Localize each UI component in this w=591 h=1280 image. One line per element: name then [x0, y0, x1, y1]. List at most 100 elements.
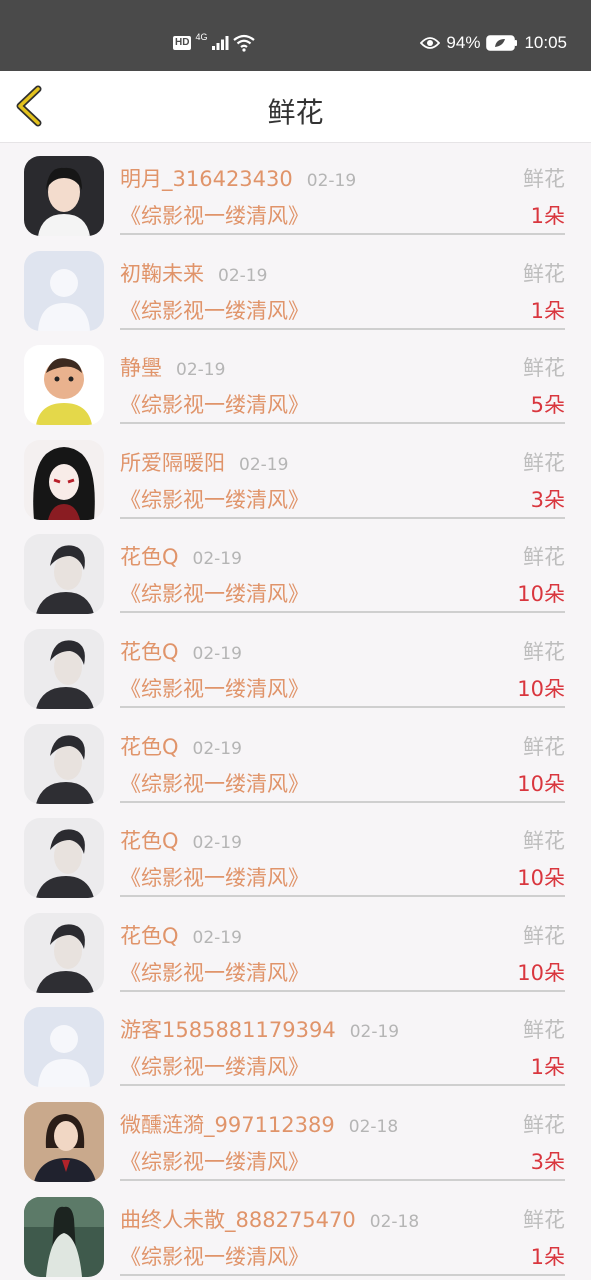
wifi-icon: [233, 34, 256, 52]
list-item[interactable]: 曲终人未散_888275470 02-18 鲜花 《综影视一缕清风》 1朵: [0, 1184, 591, 1279]
clock: 10:05: [524, 33, 567, 52]
eye-icon: [420, 37, 441, 49]
user-photo-icon: [24, 156, 104, 236]
date: 02-19: [306, 171, 357, 191]
date: 02-18: [348, 1116, 399, 1137]
user-name[interactable]: 初鞠未来 02-19: [120, 258, 267, 288]
book-title[interactable]: 《综影视一缕清风》: [120, 1051, 309, 1081]
gift-type: 鲜花: [523, 356, 565, 381]
flower-count: 10朵: [517, 960, 565, 985]
avatar[interactable]: [24, 250, 104, 331]
flower-count: 1朵: [530, 298, 565, 323]
book-title[interactable]: 《综影视一缕清风》: [120, 957, 309, 987]
avatar[interactable]: [24, 1007, 104, 1088]
avatar[interactable]: [24, 1101, 104, 1182]
avatar[interactable]: [24, 628, 104, 709]
book-title[interactable]: 《综影视一缕清风》: [120, 295, 309, 325]
list-item[interactable]: 所爱隔暖阳 02-19 鲜花 《综影视一缕清风》 3朵: [0, 427, 591, 522]
flower-record-list: 明月_316423430 02-19 鲜花 《综影视一缕清风》 1朵 初鞠未来 02…: [0, 143, 591, 1278]
flower-count: 1朵: [530, 1244, 565, 1269]
avatar[interactable]: [24, 818, 104, 899]
flower-count: 10朵: [517, 676, 565, 701]
avatar[interactable]: [24, 912, 104, 993]
list-item[interactable]: 静璺 02-19 鲜花 《综影视一缕清风》 5朵: [0, 332, 591, 427]
gift-type: 鲜花: [523, 545, 565, 570]
user-name[interactable]: 静璺 02-19: [120, 352, 225, 382]
user-name[interactable]: 所爱隔暖阳 02-19: [120, 447, 288, 477]
default-avatar-icon: [24, 1007, 104, 1088]
book-title[interactable]: 《综影视一缕清风》: [120, 200, 309, 230]
book-title[interactable]: 《综影视一缕清风》: [120, 1241, 309, 1271]
user-name[interactable]: 花色Q 02-19: [120, 636, 242, 666]
user-name[interactable]: 微醺涟漪_997112389 02-18: [120, 1109, 398, 1139]
divider: [120, 1084, 565, 1087]
date: 02-19: [239, 454, 289, 475]
date: 02-19: [192, 643, 242, 664]
list-item[interactable]: 微醺涟漪_997112389 02-18 鲜花 《综影视一缕清风》 3朵: [0, 1089, 591, 1184]
user-name[interactable]: 花色Q 02-19: [120, 541, 242, 571]
divider: [120, 895, 565, 898]
gift-type: 鲜花: [523, 167, 565, 191]
date: 02-18: [369, 1211, 420, 1232]
anime-avatar-icon: [24, 439, 104, 520]
user-name[interactable]: 花色Q 02-19: [120, 920, 242, 950]
boy-photo-icon: [24, 723, 104, 804]
gift-type: 鲜花: [523, 1207, 565, 1232]
boy-photo-icon: [24, 912, 104, 993]
list-item[interactable]: 花色Q 02-19 鲜花 《综影视一缕清风》 10朵: [0, 805, 591, 900]
book-title[interactable]: 《综影视一缕清风》: [120, 768, 309, 798]
divider: [120, 1273, 565, 1276]
divider: [120, 705, 565, 708]
avatar[interactable]: [24, 723, 104, 804]
gift-type: 鲜花: [523, 734, 565, 759]
gift-type: 鲜花: [523, 1018, 565, 1043]
page-title: 鲜花: [267, 96, 324, 129]
avatar[interactable]: [24, 439, 104, 520]
book-title[interactable]: 《综影视一缕清风》: [120, 1146, 309, 1176]
book-title[interactable]: 《综影视一缕清风》: [120, 862, 309, 892]
avatar[interactable]: [24, 156, 104, 236]
list-item[interactable]: 游客1585881179394 02-19 鲜花 《综影视一缕清风》 1朵: [0, 994, 591, 1089]
avatar[interactable]: [24, 345, 104, 426]
book-title[interactable]: 《综影视一缕清风》: [120, 578, 309, 608]
battery-percent: 94%: [446, 33, 481, 52]
date: 02-19: [192, 927, 242, 948]
flower-count: 5朵: [530, 393, 565, 418]
boy-photo-icon: [24, 818, 104, 899]
user-name[interactable]: 花色Q 02-19: [120, 825, 242, 855]
divider: [120, 327, 565, 330]
flower-count: 3朵: [530, 487, 565, 512]
user-name[interactable]: 花色Q 02-19: [120, 731, 242, 761]
book-title[interactable]: 《综影视一缕清风》: [120, 484, 309, 514]
user-name[interactable]: 明月_316423430 02-19: [120, 163, 356, 193]
date: 02-19: [192, 738, 242, 759]
list-item[interactable]: 花色Q 02-19 鲜花 《综影视一缕清风》 10朵: [0, 900, 591, 995]
list-item[interactable]: 初鞠未来 02-19 鲜花 《综影视一缕清风》 1朵: [0, 238, 591, 333]
list-item[interactable]: 明月_316423430 02-19 鲜花 《综影视一缕清风》 1朵: [0, 143, 591, 238]
divider: [120, 422, 565, 425]
user-name[interactable]: 曲终人未散_888275470 02-18: [120, 1204, 419, 1234]
user-name[interactable]: 游客1585881179394 02-19: [120, 1014, 399, 1044]
avatar[interactable]: [24, 534, 104, 615]
gift-type: 鲜花: [523, 1112, 565, 1137]
flower-count: 10朵: [517, 582, 565, 607]
hd-badge: HD: [173, 36, 192, 50]
divider: [120, 1178, 565, 1181]
list-item[interactable]: 花色Q 02-19 鲜花 《综影视一缕清风》 10朵: [0, 711, 591, 806]
book-title[interactable]: 《综影视一缕清风》: [120, 389, 309, 419]
book-title[interactable]: 《综影视一缕清风》: [120, 673, 309, 703]
date: 02-19: [349, 1022, 400, 1043]
avatar[interactable]: [24, 1196, 104, 1277]
default-avatar-icon: [24, 250, 104, 331]
divider: [120, 516, 565, 519]
list-item[interactable]: 花色Q 02-19 鲜花 《综影视一缕清风》 10朵: [0, 616, 591, 711]
network-type: 4G: [195, 32, 208, 42]
date: 02-19: [218, 265, 268, 286]
status-bar: HD 4G 94% 10:05: [0, 0, 591, 71]
gift-type: 鲜花: [523, 829, 565, 854]
flower-count: 10朵: [517, 771, 565, 796]
list-item[interactable]: 花色Q 02-19 鲜花 《综影视一缕清风》 10朵: [0, 521, 591, 616]
network-status: HD 4G: [173, 32, 256, 54]
boy-photo-icon: [24, 628, 104, 709]
woman-photo-icon: [24, 1101, 104, 1182]
